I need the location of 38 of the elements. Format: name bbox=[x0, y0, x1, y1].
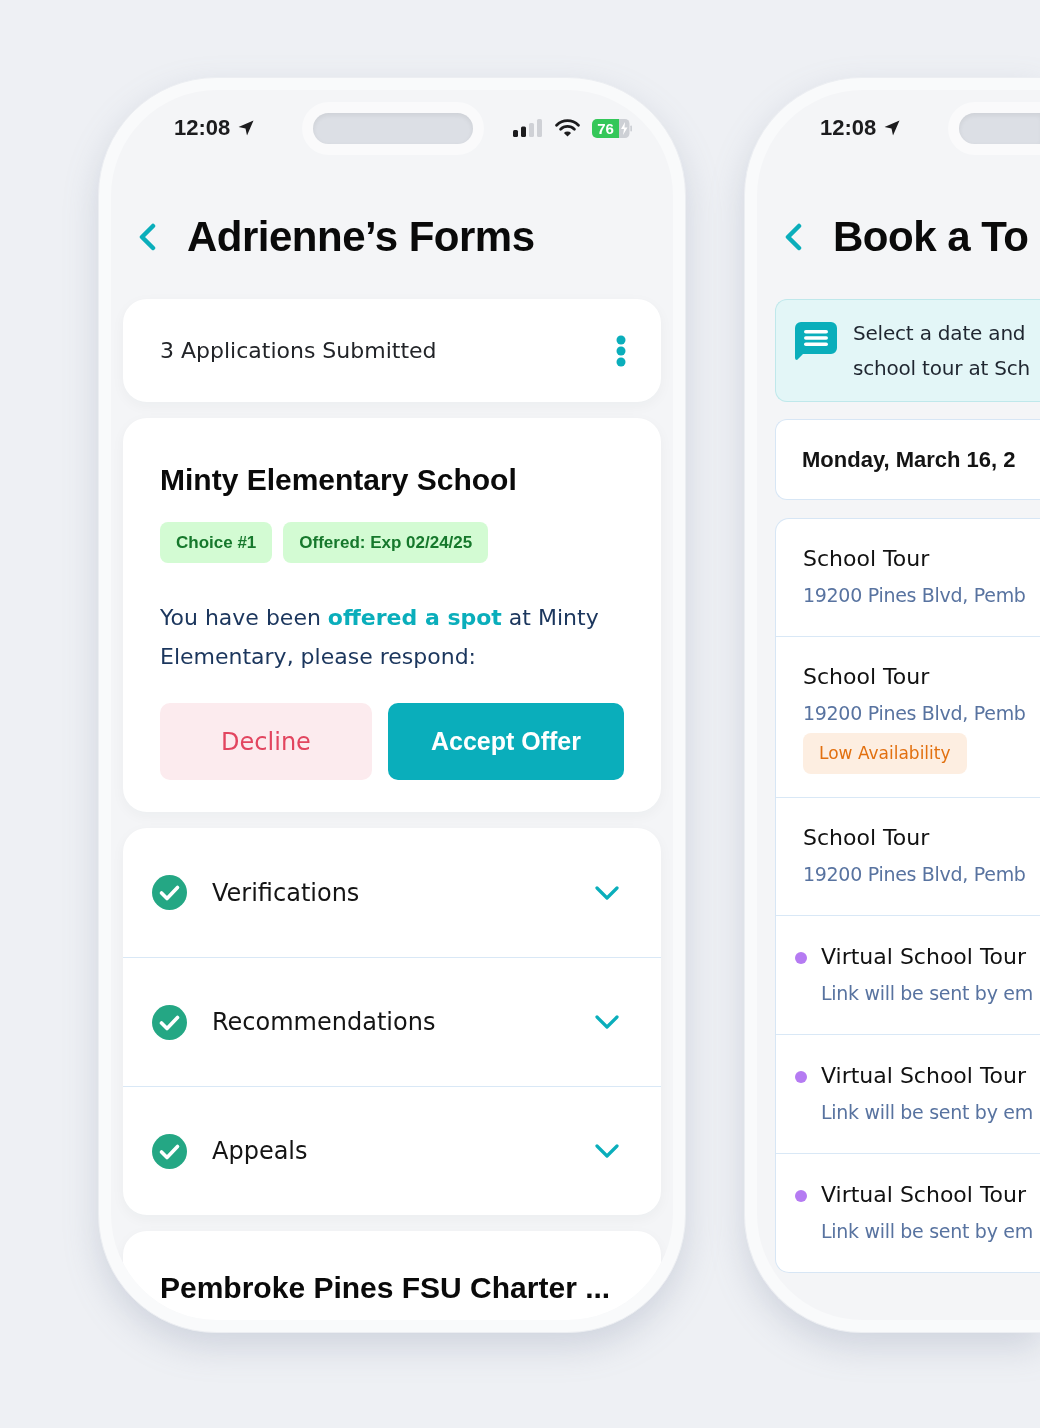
tour-address: 19200 Pines Blvd, Pemb bbox=[803, 862, 1026, 887]
tour-note: Link will be sent by em bbox=[821, 1100, 1033, 1125]
location-arrow-icon bbox=[238, 120, 255, 136]
date-header: Monday, March 16, 2 bbox=[775, 419, 1040, 500]
chat-icon bbox=[795, 322, 837, 360]
checklist-section[interactable]: Recommendations bbox=[123, 957, 661, 1086]
checklist-section[interactable]: Verifications bbox=[123, 828, 661, 957]
tour-title: Virtual School Tour bbox=[821, 1181, 1028, 1209]
status-time: 12:08 bbox=[820, 115, 877, 141]
school-name: Minty Elementary School bbox=[160, 462, 518, 498]
tour-address: 19200 Pines Blvd, Pemb bbox=[803, 583, 1026, 608]
screen-title: Adrienne’s Forms bbox=[187, 212, 535, 262]
tour-note: Link will be sent by em bbox=[821, 981, 1033, 1006]
status-time: 12:08 bbox=[174, 115, 231, 141]
status-tag: Offered: Exp 02/24/25 bbox=[283, 522, 489, 563]
school-name: Pembroke Pines FSU Charter ... bbox=[160, 1270, 612, 1306]
back-icon[interactable] bbox=[784, 223, 802, 251]
info-text: Select a date and school tour at Sch bbox=[853, 320, 1031, 382]
screen-title: Book a To bbox=[833, 212, 1029, 262]
applications-count: 3 Applications Submitted bbox=[160, 336, 437, 365]
location-arrow-icon bbox=[884, 120, 901, 136]
signal-icon bbox=[513, 119, 542, 137]
wifi-icon bbox=[555, 119, 580, 137]
back-icon[interactable] bbox=[138, 223, 156, 251]
offer-message: You have been offered a spot at Minty Elementary, please respond: bbox=[160, 604, 600, 671]
tour-title: Virtual School Tour bbox=[821, 1062, 1028, 1090]
checklist-section[interactable]: Appeals bbox=[123, 1086, 661, 1215]
battery-charging-icon bbox=[619, 118, 632, 138]
status-tag: Choice #1 bbox=[160, 522, 273, 563]
tour-title: School Tour bbox=[803, 824, 930, 852]
tour-title: Virtual School Tour bbox=[821, 943, 1028, 971]
tour-title: School Tour bbox=[803, 663, 930, 691]
availability-tag: Low Availability bbox=[803, 733, 967, 774]
tour-title: School Tour bbox=[803, 545, 930, 573]
more-options-icon[interactable] bbox=[615, 334, 627, 367]
battery-indicator: 76 bbox=[592, 118, 619, 138]
tour-note: Link will be sent by em bbox=[821, 1219, 1033, 1244]
tour-address: 19200 Pines Blvd, Pemb bbox=[803, 701, 1026, 726]
